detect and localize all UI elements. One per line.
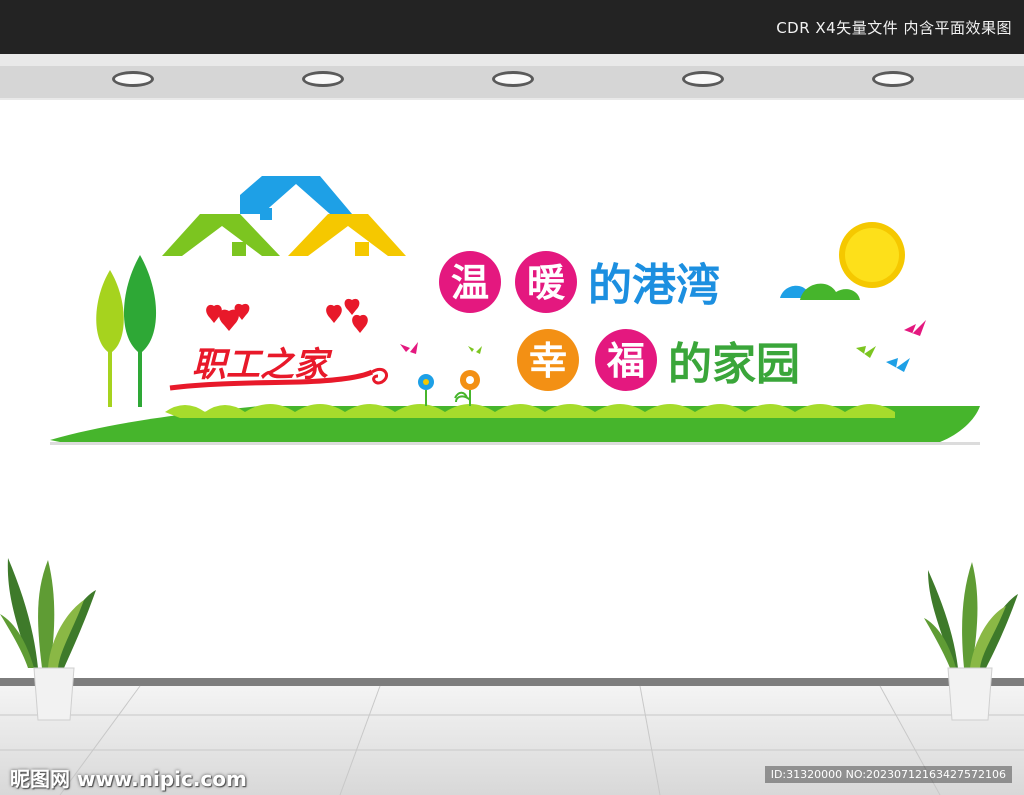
slogan-line2: 幸 福 的家园 — [517, 329, 800, 391]
plant-right-icon — [924, 562, 1018, 721]
slogan-line1: 温 暖 的港湾 — [439, 251, 720, 313]
cloud-icon — [780, 283, 860, 300]
logo-text: 职工之家 — [192, 345, 333, 385]
slogan-line1-rest: 的港湾 — [588, 260, 720, 311]
watermark-site: 昵图网 www.nipic.com — [10, 767, 247, 791]
circle-char-2: 暖 — [527, 261, 566, 305]
slogan-line2-rest: 的家园 — [668, 339, 800, 390]
flowers-icon — [418, 370, 480, 406]
circle-char-1: 温 — [451, 261, 489, 305]
trees-icon — [96, 255, 157, 407]
hearts-icon — [206, 298, 368, 333]
houses-icon — [162, 176, 406, 256]
watermark-id: ID:31320000 NO:20230712163427572106 — [764, 766, 1012, 783]
logo-swirl — [371, 367, 388, 385]
butterfly-icon — [400, 342, 482, 354]
plant-left-icon — [0, 558, 96, 721]
wall-art: 职工之家 温 暖 的港湾 幸 福 的家园 — [0, 176, 1024, 795]
circle-char-4: 福 — [606, 339, 645, 383]
grass-ground — [50, 404, 980, 445]
circle-char-3: 幸 — [529, 339, 567, 383]
sun-icon — [839, 222, 905, 288]
birds-icon — [856, 320, 926, 372]
